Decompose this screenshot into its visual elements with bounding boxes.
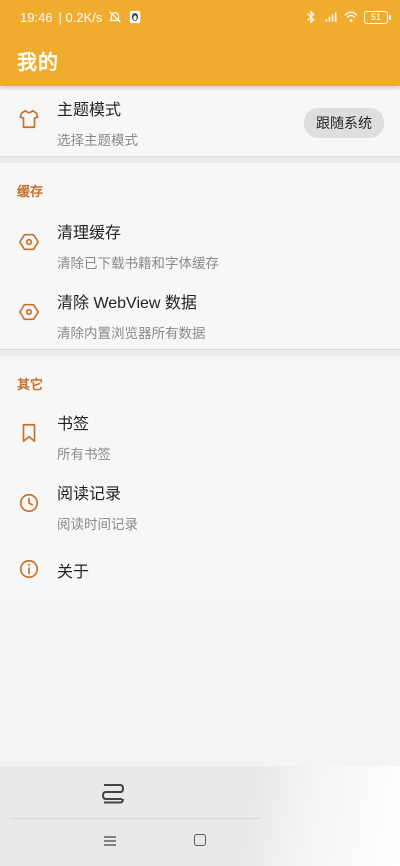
- theme-mode-title: 主题模式: [57, 102, 122, 119]
- read-history-item[interactable]: 阅读记录 阅读时间记录: [0, 470, 400, 540]
- category-cache: 缓存: [0, 163, 400, 209]
- shirt-icon: [19, 109, 39, 129]
- mute-bell-icon: [109, 11, 122, 23]
- theme-mode-dropdown[interactable]: 跟随系统: [304, 108, 384, 138]
- hexagon-nut-icon: [19, 233, 39, 251]
- bookmarks-title: 书签: [57, 416, 90, 433]
- clock-icon: [19, 493, 39, 513]
- about-item[interactable]: 关于: [0, 540, 400, 600]
- home-icon[interactable]: [194, 834, 206, 846]
- bookmarks-item[interactable]: 书签 所有书签: [0, 400, 400, 470]
- battery-icon: 51: [364, 10, 391, 24]
- app-bar: 19:46 | 0.2K/s 51 我的: [0, 0, 400, 86]
- network-speed: | 0.2K/s: [58, 9, 103, 25]
- battery-level: 51: [370, 11, 381, 22]
- theme-section: 主题模式 选择主题模式 跟随系统: [0, 86, 400, 156]
- read-history-title: 阅读记录: [57, 486, 122, 503]
- clear-cache-summary: 清除已下载书籍和字体缓存: [57, 256, 219, 271]
- signal-icon: [325, 12, 337, 22]
- wifi-icon: [344, 11, 358, 22]
- clear-webview-title: 清除 WebView 数据: [57, 295, 197, 312]
- menu-icon[interactable]: [103, 835, 117, 847]
- qq-icon: [130, 10, 141, 24]
- page-title: 我的: [17, 52, 59, 74]
- status-bar: 19:46 | 0.2K/s 51: [0, 0, 400, 34]
- about-title: 关于: [57, 564, 90, 581]
- theme-mode-summary: 选择主题模式: [57, 133, 138, 148]
- read-history-summary: 阅读时间记录: [57, 517, 138, 532]
- status-time: 19:46: [20, 9, 53, 25]
- theme-mode-item[interactable]: 主题模式 选择主题模式 跟随系统: [0, 86, 400, 156]
- bluetooth-icon: [307, 10, 315, 24]
- bookmarks-summary: 所有书签: [57, 447, 111, 462]
- nav-separator: [10, 818, 260, 819]
- other-section: 其它 书签 所有书签 阅读记录 阅读时间记录 关于: [0, 356, 400, 600]
- bookmark-icon: [22, 423, 36, 443]
- clear-webview-item[interactable]: 清除 WebView 数据 清除内置浏览器所有数据: [0, 279, 400, 349]
- clear-cache-title: 清理缓存: [57, 225, 122, 242]
- info-icon: [19, 559, 39, 579]
- category-other: 其它: [0, 356, 400, 400]
- bottom-navigation: [0, 766, 400, 866]
- clear-cache-item[interactable]: 清理缓存 清除已下载书籍和字体缓存: [0, 209, 400, 279]
- clear-webview-summary: 清除内置浏览器所有数据: [57, 326, 206, 341]
- hexagon-nut-icon: [19, 303, 39, 321]
- cache-section: 缓存 清理缓存 清除已下载书籍和字体缓存 清除 WebView 数据 清除内置浏…: [0, 163, 400, 349]
- bookshelf-icon[interactable]: [100, 782, 126, 806]
